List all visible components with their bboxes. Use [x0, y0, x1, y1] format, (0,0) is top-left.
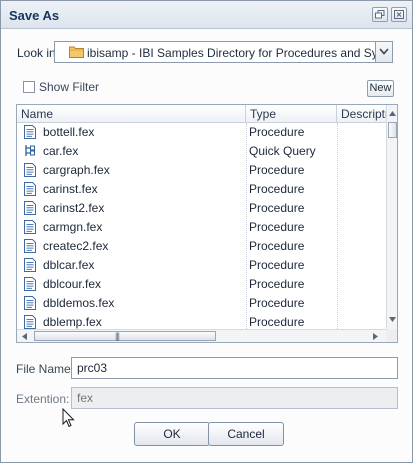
file-row[interactable]: dblcour.fex Procedure	[17, 275, 386, 294]
file-name-cell: dblcar.fex	[43, 258, 95, 272]
procedure-file-icon	[24, 220, 36, 237]
file-type-cell: Procedure	[249, 258, 305, 272]
file-type-cell: Procedure	[249, 239, 305, 253]
file-name-input[interactable]	[71, 357, 398, 379]
file-type-cell: Procedure	[249, 163, 305, 177]
file-name-cell: cargraph.fex	[43, 163, 110, 177]
vertical-scroll-thumb[interactable]	[388, 122, 397, 138]
file-name-cell: dblemp.fex	[43, 315, 102, 329]
file-row[interactable]: dbldemos.fex Procedure	[17, 294, 386, 313]
horizontal-scrollbar[interactable]: |||	[17, 329, 386, 342]
file-type-cell: Procedure	[249, 125, 305, 139]
chevron-down-icon	[379, 48, 389, 55]
list-header: Name Type Descripti	[17, 105, 397, 123]
column-header-description[interactable]: Descripti	[337, 105, 386, 123]
file-name-cell: bottell.fex	[43, 125, 95, 139]
procedure-file-icon	[24, 201, 36, 218]
horizontal-scroll-thumb[interactable]: |||	[34, 331, 216, 341]
mouse-pointer-icon	[62, 408, 75, 428]
look-in-label: Look in	[17, 46, 56, 60]
scrollbar-corner	[386, 329, 397, 342]
save-as-dialog: Save As Look in ibisamp - IBI Samples Di…	[0, 0, 413, 463]
procedure-file-icon	[24, 277, 36, 294]
file-row[interactable]: carinst2.fex Procedure	[17, 199, 386, 218]
file-rows: bottell.fex Procedure car.fex Quick Query ca…	[17, 123, 386, 329]
file-name-cell: carmgn.fex	[43, 220, 103, 234]
file-row[interactable]: cargraph.fex Procedure	[17, 161, 386, 180]
quick-query-icon	[24, 144, 36, 161]
scroll-grip-icon: |||	[115, 331, 120, 341]
procedure-file-icon	[24, 163, 36, 180]
folder-icon	[69, 46, 84, 58]
scroll-down-arrow-icon[interactable]	[389, 317, 396, 322]
file-row[interactable]: dblcar.fex Procedure	[17, 256, 386, 275]
file-type-cell: Procedure	[249, 201, 305, 215]
new-button[interactable]: New	[367, 80, 394, 97]
cancel-button[interactable]: Cancel	[208, 422, 284, 446]
file-row[interactable]: dblemp.fex Procedure	[17, 313, 386, 329]
title-bar[interactable]: Save As	[1, 1, 412, 29]
scroll-left-arrow-icon[interactable]	[22, 333, 27, 340]
file-row[interactable]: car.fex Quick Query	[17, 142, 386, 161]
file-type-cell: Quick Query	[249, 144, 316, 158]
file-name-cell: carinst.fex	[43, 182, 98, 196]
restore-icon	[375, 10, 385, 19]
restore-button[interactable]	[372, 7, 388, 22]
procedure-file-icon	[24, 296, 36, 313]
show-filter-checkbox[interactable]	[23, 81, 35, 93]
file-name-cell: dblcour.fex	[43, 277, 102, 291]
close-icon	[394, 10, 404, 19]
procedure-file-icon	[24, 258, 36, 275]
procedure-file-icon	[24, 315, 36, 329]
procedure-file-icon	[24, 239, 36, 256]
file-name-cell: dbldemos.fex	[43, 296, 115, 310]
file-name-cell: createc2.fex	[43, 239, 109, 253]
ok-button[interactable]: OK	[134, 422, 210, 446]
procedure-file-icon	[24, 125, 36, 142]
extension-label: Extention:	[16, 392, 70, 406]
file-type-cell: Procedure	[249, 315, 305, 329]
file-type-cell: Procedure	[249, 277, 305, 291]
look-in-dropdown[interactable]: ibisamp - IBI Samples Directory for Proc…	[54, 41, 393, 63]
dialog-title: Save As	[9, 8, 60, 23]
file-name-cell: carinst2.fex	[43, 201, 105, 215]
file-type-cell: Procedure	[249, 296, 305, 310]
column-header-type[interactable]: Type	[246, 105, 337, 123]
column-header-name[interactable]: Name	[17, 105, 246, 123]
close-button[interactable]	[391, 7, 407, 22]
file-type-cell: Procedure	[249, 182, 305, 196]
vertical-scrollbar[interactable]	[386, 105, 397, 329]
extension-input	[71, 387, 398, 409]
file-type-cell: Procedure	[249, 220, 305, 234]
file-name-label: File Name:	[16, 362, 75, 376]
dropdown-arrow-button[interactable]	[375, 42, 392, 62]
procedure-file-icon	[24, 182, 36, 199]
file-row[interactable]: bottell.fex Procedure	[17, 123, 386, 142]
scroll-right-arrow-icon[interactable]	[373, 333, 378, 340]
scroll-up-arrow-icon[interactable]	[389, 111, 396, 116]
look-in-value: ibisamp - IBI Samples Directory for Proc…	[87, 46, 375, 60]
file-list[interactable]: Name Type Descripti bottell.fex Procedure…	[16, 104, 398, 343]
file-row[interactable]: carinst.fex Procedure	[17, 180, 386, 199]
file-row[interactable]: carmgn.fex Procedure	[17, 218, 386, 237]
show-filter-label[interactable]: Show Filter	[39, 80, 99, 94]
file-name-cell: car.fex	[43, 144, 79, 158]
file-row[interactable]: createc2.fex Procedure	[17, 237, 386, 256]
